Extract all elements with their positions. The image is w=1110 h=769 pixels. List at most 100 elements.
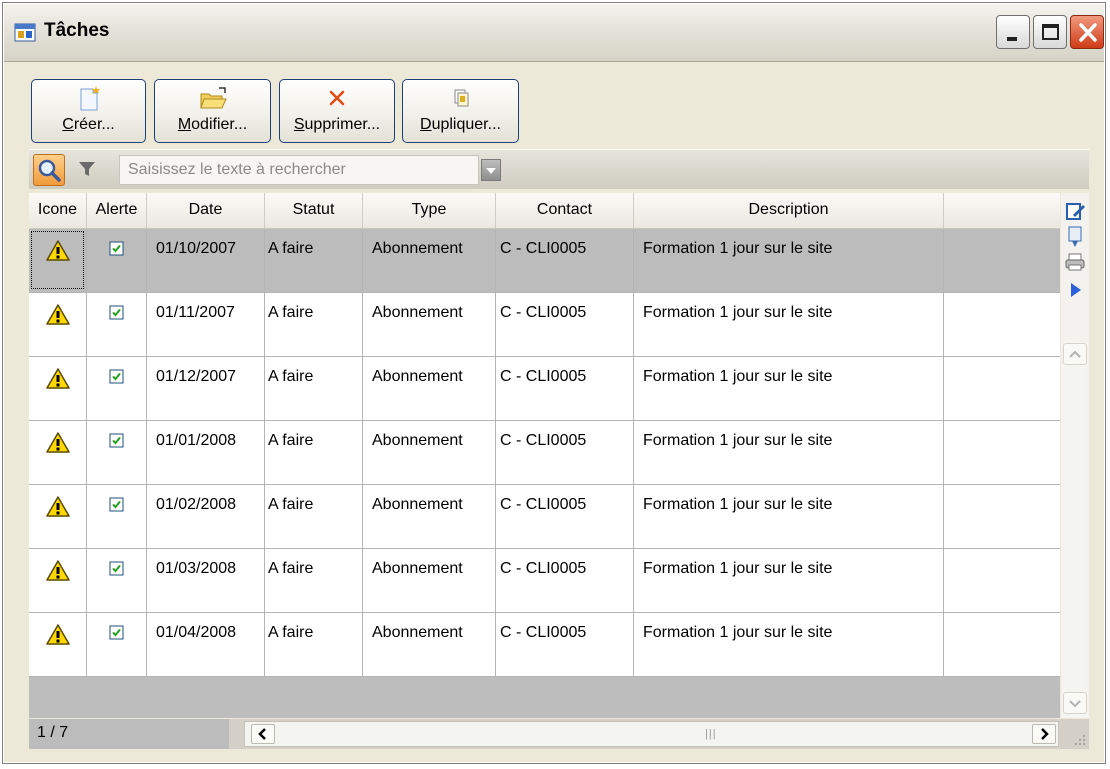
cell-type[interactable]: Abonnement <box>363 357 496 421</box>
cell-type[interactable]: Abonnement <box>363 229 496 293</box>
cell-date[interactable]: 01/10/2007 <box>147 229 265 293</box>
cell-alerte[interactable] <box>87 613 147 677</box>
cell-contact[interactable]: C - CLI0005 <box>496 293 634 357</box>
scroll-right-button[interactable] <box>1032 724 1056 744</box>
minimize-icon <box>1007 37 1017 41</box>
cell-type[interactable]: Abonnement <box>363 613 496 677</box>
cell-contact[interactable]: C - CLI0005 <box>496 613 634 677</box>
cell-icone[interactable] <box>29 357 87 421</box>
warning-icon <box>45 624 70 645</box>
checkbox-checked-icon[interactable] <box>109 369 125 385</box>
play-arrow-icon[interactable] <box>1064 279 1086 301</box>
scroll-left-button[interactable] <box>251 724 275 744</box>
cell-type[interactable]: Abonnement <box>363 485 496 549</box>
edit-note-icon[interactable] <box>1064 200 1086 222</box>
duplicate-button[interactable]: Dupliquer... <box>402 79 519 143</box>
table-row[interactable]: 01/01/2008 A faire Abonnement C - CLI0005 Fo… <box>29 421 1060 485</box>
cell-statut[interactable]: A faire <box>265 613 363 677</box>
cell-icone[interactable] <box>29 229 87 293</box>
warning-icon <box>45 496 70 517</box>
checkbox-checked-icon[interactable] <box>109 497 125 513</box>
cell-date[interactable]: 01/04/2008 <box>147 613 265 677</box>
chevron-left-icon <box>258 728 266 740</box>
search-dropdown-button[interactable] <box>481 159 501 181</box>
col-header-alerte[interactable]: Alerte <box>87 193 147 229</box>
cell-date[interactable]: 01/02/2008 <box>147 485 265 549</box>
create-button[interactable]: Créer... <box>31 79 146 143</box>
title-bar[interactable]: Tâches <box>4 4 1104 62</box>
cell-icone[interactable] <box>29 485 87 549</box>
cell-contact[interactable]: C - CLI0005 <box>496 485 634 549</box>
cell-description[interactable]: Formation 1 jour sur le site <box>634 549 944 613</box>
checkbox-checked-icon[interactable] <box>109 433 125 449</box>
checkbox-checked-icon[interactable] <box>109 561 125 577</box>
export-icon[interactable] <box>1064 225 1086 249</box>
table-row[interactable]: 01/04/2008 A faire Abonnement C - CLI0005 Fo… <box>29 613 1060 677</box>
col-header-date[interactable]: Date <box>147 193 265 229</box>
cell-contact[interactable]: C - CLI0005 <box>496 421 634 485</box>
table-row[interactable]: 01/11/2007 A faire Abonnement C - CLI0005 Fo… <box>29 293 1060 357</box>
cell-icone[interactable] <box>29 421 87 485</box>
cell-alerte[interactable] <box>87 485 147 549</box>
print-icon[interactable] <box>1064 251 1086 273</box>
cell-icone[interactable] <box>29 613 87 677</box>
cell-description[interactable]: Formation 1 jour sur le site <box>634 613 944 677</box>
cell-statut[interactable]: A faire <box>265 357 363 421</box>
cell-alerte[interactable] <box>87 421 147 485</box>
modify-button[interactable]: Modifier... <box>154 79 271 143</box>
table-row[interactable]: 01/03/2008 A faire Abonnement C - CLI0005 Fo… <box>29 549 1060 613</box>
duplicate-label: Dupliquer... <box>420 116 501 133</box>
col-header-type[interactable]: Type <box>363 193 496 229</box>
cell-date[interactable]: 01/01/2008 <box>147 421 265 485</box>
cell-alerte[interactable] <box>87 357 147 421</box>
cell-description[interactable]: Formation 1 jour sur le site <box>634 357 944 421</box>
scroll-thumb-grip[interactable]: ||| <box>705 728 717 740</box>
cell-statut[interactable]: A faire <box>265 293 363 357</box>
minimize-button[interactable] <box>996 15 1030 49</box>
cell-icone[interactable] <box>29 549 87 613</box>
maximize-button[interactable] <box>1033 15 1067 49</box>
cell-date[interactable]: 01/12/2007 <box>147 357 265 421</box>
search-input[interactable]: Saisissez le texte à rechercher <box>119 155 479 185</box>
cell-description[interactable]: Formation 1 jour sur le site <box>634 421 944 485</box>
cell-statut[interactable]: A faire <box>265 421 363 485</box>
cell-date[interactable]: 01/11/2007 <box>147 293 265 357</box>
checkbox-checked-icon[interactable] <box>109 305 125 321</box>
scroll-up-button[interactable] <box>1063 343 1087 365</box>
checkbox-checked-icon[interactable] <box>109 625 125 641</box>
table-row[interactable]: 01/02/2008 A faire Abonnement C - CLI0005 Fo… <box>29 485 1060 549</box>
resize-grip-icon[interactable] <box>1073 733 1087 747</box>
cell-type[interactable]: Abonnement <box>363 293 496 357</box>
delete-button[interactable]: Supprimer... <box>279 79 395 143</box>
col-header-description[interactable]: Description <box>634 193 944 229</box>
cell-type[interactable]: Abonnement <box>363 421 496 485</box>
horizontal-scrollbar[interactable]: ||| <box>244 721 1059 747</box>
col-header-contact[interactable]: Contact <box>496 193 634 229</box>
close-button[interactable] <box>1070 15 1104 49</box>
cell-date[interactable]: 01/03/2008 <box>147 549 265 613</box>
filter-icon[interactable] <box>77 159 97 179</box>
cell-description[interactable]: Formation 1 jour sur le site <box>634 485 944 549</box>
cell-contact[interactable]: C - CLI0005 <box>496 229 634 293</box>
cell-description[interactable]: Formation 1 jour sur le site <box>634 293 944 357</box>
table-row[interactable]: 01/12/2007 A faire Abonnement C - CLI0005 Fo… <box>29 357 1060 421</box>
cell-statut[interactable]: A faire <box>265 229 363 293</box>
search-button[interactable] <box>33 154 65 186</box>
cell-contact[interactable]: C - CLI0005 <box>496 549 634 613</box>
cell-contact[interactable]: C - CLI0005 <box>496 357 634 421</box>
cell-statut[interactable]: A faire <box>265 549 363 613</box>
vertical-scrollbar[interactable] <box>1063 341 1087 717</box>
search-bar: Saisissez le texte à rechercher <box>29 149 1089 189</box>
col-header-icone[interactable]: Icone <box>29 193 87 229</box>
cell-statut[interactable]: A faire <box>265 485 363 549</box>
checkbox-checked-icon[interactable] <box>109 241 125 257</box>
cell-alerte[interactable] <box>87 229 147 293</box>
cell-type[interactable]: Abonnement <box>363 549 496 613</box>
table-row[interactable]: 01/10/2007 A faire Abonnement C - CLI0005 Fo… <box>29 229 1060 293</box>
cell-description[interactable]: Formation 1 jour sur le site <box>634 229 944 293</box>
scroll-down-button[interactable] <box>1063 692 1087 714</box>
cell-alerte[interactable] <box>87 549 147 613</box>
cell-icone[interactable] <box>29 293 87 357</box>
cell-alerte[interactable] <box>87 293 147 357</box>
col-header-statut[interactable]: Statut <box>265 193 363 229</box>
